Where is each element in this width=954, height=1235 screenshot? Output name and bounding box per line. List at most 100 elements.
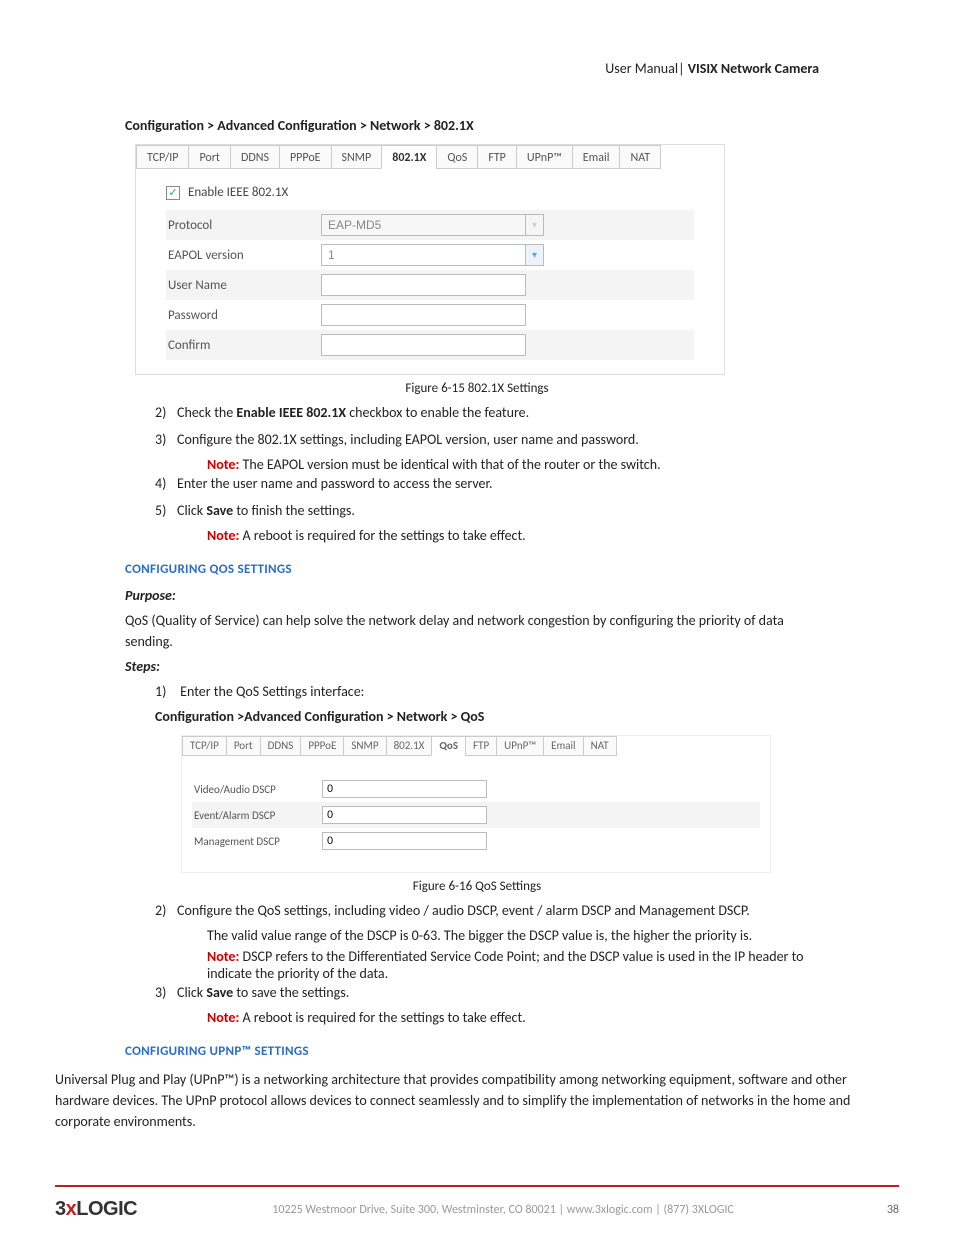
tab-snmp[interactable]: SNMP [343, 736, 386, 756]
field-label: Protocol [166, 218, 321, 233]
note-label: Note: [207, 527, 243, 544]
step-text: Check the Enable IEEE 802.1X checkbox to… [177, 404, 529, 421]
form-row: Confirm [166, 330, 694, 360]
figure-6-16-caption: Figure 6-16 QoS Settings [125, 879, 829, 894]
note-label: Note: [207, 456, 243, 473]
tab-upnp[interactable]: UPnP™ [516, 145, 573, 169]
tab-port[interactable]: Port [188, 145, 231, 169]
step-text: Enter the QoS Settings interface: [180, 683, 364, 700]
step-number: 5) [155, 500, 177, 521]
form-row: Video/Audio DSCP [192, 776, 760, 802]
form-row: Password [166, 300, 694, 330]
step-text: Click Save to finish the settings. [177, 502, 355, 519]
tab-ftp[interactable]: FTP [477, 145, 517, 169]
management-dscp-input[interactable] [322, 832, 487, 850]
tab-qos[interactable]: QoS [431, 736, 466, 756]
steps-qos: 2)Configure the QoS settings, including … [155, 900, 829, 1026]
tab-pppoe[interactable]: PPPoE [300, 736, 344, 756]
note-label: Note: [207, 948, 243, 965]
header-right: VISIX Network Camera [688, 60, 819, 77]
confirm-input[interactable] [321, 334, 526, 356]
field-label: Management DSCP [192, 835, 322, 848]
breadcrumb-qos: Configuration >Advanced Configuration > … [155, 708, 829, 725]
form-row: Protocol ▾ [166, 210, 694, 240]
tab-ddns[interactable]: DDNS [260, 736, 302, 756]
tabs-qos: TCP/IPPortDDNSPPPoESNMP802.1XQoSFTPUPnP™… [182, 736, 770, 758]
step-item: 3)Configure the 802.1X settings, includi… [155, 429, 829, 450]
figure-6-15-caption: Figure 6-15 802.1X Settings [125, 381, 829, 396]
form-row: User Name [166, 270, 694, 300]
step-item: 5)Click Save to finish the settings. [155, 500, 829, 521]
step-number: 3) [155, 982, 177, 1003]
tab-email[interactable]: Email [572, 145, 621, 169]
figure-8021x-settings: TCP/IPPortDDNSPPPoESNMP802.1XQoSFTPUPnP™… [135, 144, 725, 375]
eapol-version-input[interactable] [321, 244, 526, 266]
step-item: 3)Click Save to save the settings. [155, 982, 829, 1003]
chevron-down-icon: ▾ [526, 214, 544, 236]
purpose-label: Purpose: [125, 587, 829, 604]
form-row: EAPOL version ▾ [166, 240, 694, 270]
tab-pppoe[interactable]: PPPoE [279, 145, 332, 169]
step-text: Configure the QoS settings, including vi… [177, 902, 750, 919]
tab-upnp[interactable]: UPnP™ [496, 736, 544, 756]
form-row: Management DSCP [192, 828, 760, 854]
page-header: User Manual| VISIX Network Camera [55, 60, 899, 77]
steps-label: Steps: [125, 658, 829, 675]
step-item: 2)Configure the QoS settings, including … [155, 900, 829, 921]
tab-tcpip[interactable]: TCP/IP [136, 145, 189, 169]
step-extra: The valid value range of the DSCP is 0-6… [207, 927, 829, 944]
tab-ddns[interactable]: DDNS [230, 145, 280, 169]
logo-3xlogic: 3xLOGIC [55, 1198, 137, 1221]
upnp-paragraph: Universal Plug and Play (UPnP™) is a net… [55, 1069, 899, 1132]
step-number: 2) [155, 402, 177, 423]
tab-qos[interactable]: QoS [436, 145, 478, 169]
tab-nat[interactable]: NAT [619, 145, 661, 169]
event-alarm-dscp-input[interactable] [322, 806, 487, 824]
step-text: Click Save to save the settings. [177, 984, 349, 1001]
step-text: Enter the user name and password to acce… [177, 475, 493, 492]
tab-8021x[interactable]: 802.1X [381, 145, 437, 169]
field-label: Event/Alarm DSCP [192, 809, 322, 822]
tab-port[interactable]: Port [226, 736, 261, 756]
user-name-input[interactable] [321, 274, 526, 296]
password-input[interactable] [321, 304, 526, 326]
step-note: Note: DSCP refers to the Differentiated … [207, 948, 829, 982]
field-label: User Name [166, 278, 321, 293]
tab-email[interactable]: Email [543, 736, 583, 756]
enable-ieee-8021x-label: Enable IEEE 802.1X [188, 185, 288, 200]
step-item: 2)Check the Enable IEEE 802.1X checkbox … [155, 402, 829, 423]
video-audio-dscp-input[interactable] [322, 780, 487, 798]
field-label: Password [166, 308, 321, 323]
field-label: Confirm [166, 338, 321, 353]
enable-ieee-8021x-checkbox[interactable]: ✓ [166, 186, 180, 200]
footer-rule [55, 1185, 899, 1187]
field-label: EAPOL version [166, 248, 321, 263]
step-note: Note: A reboot is required for the setti… [207, 527, 829, 544]
section-configuring-qos: CONFIGURING QOS SETTINGS [125, 562, 829, 577]
steps-8021x: 2)Check the Enable IEEE 802.1X checkbox … [155, 402, 829, 544]
tab-snmp[interactable]: SNMP [331, 145, 383, 169]
step-item: 4)Enter the user name and password to ac… [155, 473, 829, 494]
step-note: Note: A reboot is required for the setti… [207, 1009, 829, 1026]
form-row: Event/Alarm DSCP [192, 802, 760, 828]
tab-nat[interactable]: NAT [583, 736, 617, 756]
tab-ftp[interactable]: FTP [465, 736, 497, 756]
page-footer: 3xLOGIC 10225 Westmoor Drive, Suite 300,… [55, 1198, 899, 1221]
footer-address: 10225 Westmoor Drive, Suite 300, Westmin… [137, 1203, 869, 1217]
step-number: 3) [155, 429, 177, 450]
step-text: Configure the 802.1X settings, including… [177, 431, 639, 448]
tab-8021x[interactable]: 802.1X [386, 736, 433, 756]
figure-qos-settings: TCP/IPPortDDNSPPPoESNMP802.1XQoSFTPUPnP™… [181, 735, 771, 873]
steps-qos-pre: 1) Enter the QoS Settings interface: [155, 681, 829, 702]
page-number: 38 [869, 1203, 899, 1217]
field-label: Video/Audio DSCP [192, 783, 322, 796]
breadcrumb-8021x: Configuration > Advanced Configuration >… [125, 117, 829, 134]
step-number: 1) [155, 681, 177, 702]
chevron-down-icon[interactable]: ▾ [526, 244, 544, 266]
step-number: 4) [155, 473, 177, 494]
tab-tcpip[interactable]: TCP/IP [182, 736, 227, 756]
header-left: User Manual [605, 60, 678, 77]
step-number: 2) [155, 900, 177, 921]
qos-purpose-text: QoS (Quality of Service) can help solve … [125, 610, 829, 652]
note-label: Note: [207, 1009, 243, 1026]
